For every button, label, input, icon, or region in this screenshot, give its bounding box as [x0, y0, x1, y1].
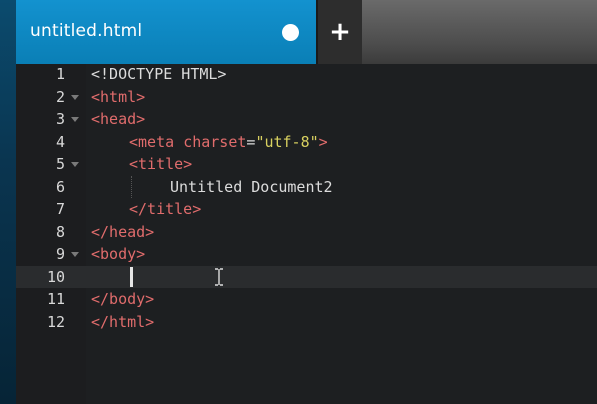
tag-token: <body> [91, 245, 146, 263]
gutter-row: 8 [16, 221, 86, 244]
tab-bar: untitled.html + [16, 0, 597, 64]
gutter-row: 7 [16, 198, 86, 221]
gutter-row: 5 [16, 153, 86, 176]
gutter-row: 6 [16, 176, 86, 199]
tag-token: <title> [129, 155, 193, 173]
fold-triangle-icon[interactable] [71, 162, 79, 167]
gutter-row: 3 [16, 108, 86, 131]
fold-triangle-icon[interactable] [71, 94, 79, 100]
gutter-row: 10 [16, 266, 86, 289]
code-line[interactable]: <head> [91, 108, 145, 131]
tag-token: </title> [129, 200, 202, 218]
line-number: 4 [55, 132, 65, 151]
line-number: 11 [46, 290, 65, 308]
unsaved-dot-icon[interactable] [282, 24, 299, 41]
code-line[interactable]: <html> [91, 86, 145, 109]
fold-triangle-icon[interactable] [71, 117, 79, 122]
doctype-token: <!DOCTYPE HTML> [91, 65, 227, 83]
gutter-row: 12 [16, 311, 86, 334]
text-token: Untitled Document2 [170, 177, 333, 196]
text-caret [130, 267, 133, 287]
code-line[interactable]: Untitled Document2 [170, 176, 333, 199]
fold-triangle-icon[interactable] [71, 252, 79, 257]
gutter-row: 9 [16, 243, 86, 266]
attribute-token: charset [183, 132, 247, 151]
code-line[interactable]: </body> [91, 288, 154, 311]
code-lines: <!DOCTYPE HTML> <html> <head> <meta char… [86, 63, 597, 343]
tag-token: <head> [91, 110, 146, 128]
tab-bar-empty-area[interactable] [362, 0, 597, 64]
line-number: 1 [55, 65, 65, 83]
code-line[interactable]: <!DOCTYPE HTML> [91, 63, 226, 86]
code-line[interactable]: <title> [129, 153, 192, 176]
tag-token: </body> [91, 290, 155, 308]
line-number: 8 [55, 222, 65, 241]
code-line[interactable]: </title> [129, 198, 201, 221]
editor-window: untitled.html + 1 2 3 4 5 6 7 8 9 10 11 … [0, 0, 597, 404]
code-line[interactable]: <body> [91, 243, 145, 266]
line-number: 9 [55, 245, 65, 263]
gutter-row: 1 [16, 63, 86, 86]
code-line[interactable]: <meta charset="utf-8"> [129, 131, 328, 154]
new-tab-button[interactable]: + [318, 0, 362, 64]
gutter-rows: 1 2 3 4 5 6 7 8 9 10 11 12 [16, 63, 86, 343]
line-number: 10 [46, 267, 65, 286]
tab-title: untitled.html [30, 21, 143, 41]
tag-token: > [318, 132, 328, 151]
code-line[interactable]: </head> [91, 221, 154, 244]
tag-token: <meta [129, 132, 184, 151]
gutter-row: 2 [16, 86, 86, 109]
line-number: 6 [55, 177, 65, 196]
tag-token: <html> [91, 87, 146, 106]
code-line[interactable]: </html> [91, 311, 154, 334]
gutter-row: 4 [16, 131, 86, 154]
tag-token: </head> [91, 222, 155, 241]
line-number: 2 [55, 87, 65, 106]
line-number: 7 [55, 200, 65, 218]
line-number: 5 [55, 155, 65, 173]
gutter-row: 11 [16, 288, 86, 311]
string-token: "utf-8" [255, 132, 319, 151]
tag-token: </html> [91, 312, 155, 331]
line-number: 12 [46, 312, 65, 331]
ibeam-cursor-icon [215, 268, 223, 286]
line-number: 3 [55, 110, 65, 128]
tab-untitled-html[interactable]: untitled.html [16, 0, 316, 64]
